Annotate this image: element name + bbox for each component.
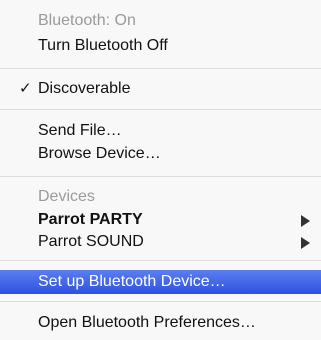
menu-separator [0, 109, 321, 110]
device-item-parrot-sound[interactable]: Parrot SOUND [0, 231, 321, 253]
device-label: Parrot PARTY [38, 211, 143, 228]
send-file-item[interactable]: Send File… [0, 120, 321, 142]
bluetooth-status-label: Bluetooth: On [38, 12, 136, 29]
turn-bluetooth-off-item[interactable]: Turn Bluetooth Off [0, 35, 321, 57]
device-label: Parrot SOUND [38, 233, 144, 250]
menu-separator [0, 176, 321, 177]
discoverable-item[interactable]: ✓ Discoverable [0, 78, 321, 100]
menu-separator [0, 301, 321, 302]
devices-header: Devices [38, 188, 95, 205]
menu-separator [0, 260, 321, 261]
submenu-arrow-icon [301, 215, 310, 227]
setup-bluetooth-device-item[interactable]: Set up Bluetooth Device… [0, 270, 321, 294]
device-item-parrot-party[interactable]: Parrot PARTY [0, 209, 321, 231]
discoverable-label: Discoverable [38, 80, 131, 97]
submenu-arrow-icon [301, 237, 310, 249]
browse-device-item[interactable]: Browse Device… [0, 143, 321, 165]
bluetooth-menu: Bluetooth: On Turn Bluetooth Off ✓ Disco… [0, 0, 321, 340]
checkmark-icon: ✓ [19, 80, 32, 97]
menu-separator [0, 68, 321, 69]
open-bluetooth-preferences-item[interactable]: Open Bluetooth Preferences… [0, 312, 321, 334]
